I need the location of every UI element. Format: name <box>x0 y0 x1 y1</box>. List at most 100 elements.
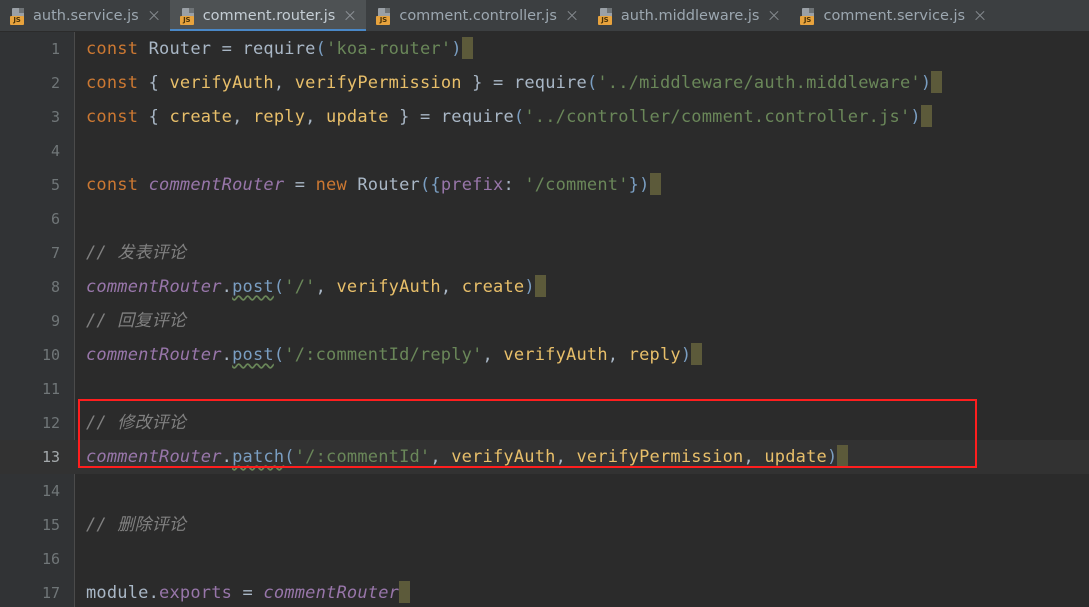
line-number: 7 <box>50 244 60 262</box>
editor-line[interactable]: 10 commentRouter.post('/:commentId/reply… <box>0 338 1089 372</box>
token-variable: commentRouter <box>148 175 285 195</box>
editor-line[interactable]: 9 // 回复评论 <box>0 304 1089 338</box>
close-icon[interactable] <box>973 9 987 23</box>
line-number: 14 <box>41 482 60 500</box>
caret-marker <box>691 343 703 365</box>
token-function: require <box>513 73 587 93</box>
line-number: 9 <box>50 312 60 330</box>
token-identifier: verifyPermission <box>576 447 744 467</box>
token-identifier: verifyPermission <box>294 73 462 93</box>
editor-line[interactable]: 4 <box>0 134 1089 168</box>
line-number: 13 <box>41 448 60 466</box>
token-variable: commentRouter <box>86 277 222 297</box>
token-string: '../controller/comment.controller.js' <box>524 107 911 127</box>
caret-marker <box>399 581 411 603</box>
caret-marker <box>837 445 849 467</box>
tab-label: auth.middleware.js <box>620 8 760 24</box>
line-number: 3 <box>50 108 60 126</box>
js-file-icon: JS <box>597 7 614 25</box>
tab-auth-service-js[interactable]: JS auth.service.js <box>0 0 170 31</box>
token-identifier: Router <box>357 175 420 195</box>
line-content: const Router = require('koa-router') <box>86 32 473 66</box>
tab-comment-router-js[interactable]: JS comment.router.js <box>169 0 367 31</box>
editor-line[interactable]: 1 const Router = require('koa-router') <box>0 32 1089 66</box>
token-identifier: update <box>326 107 389 127</box>
token-identifier: Router <box>148 39 212 59</box>
tab-label: comment.service.js <box>823 8 966 24</box>
editor-tab-bar: JS auth.service.js JS comment.router.js … <box>0 0 1089 32</box>
token-string: '/comment' <box>524 175 629 195</box>
editor-line[interactable]: 2 const { verifyAuth, verifyPermission }… <box>0 66 1089 100</box>
editor-line[interactable]: 15 // 删除评论 <box>0 508 1089 542</box>
editor-line[interactable]: 8 commentRouter.post('/', verifyAuth, cr… <box>0 270 1089 304</box>
caret-marker <box>534 275 546 297</box>
editor-line[interactable]: 5 const commentRouter = new Router({pref… <box>0 168 1089 202</box>
editor-line[interactable]: 14 <box>0 474 1089 508</box>
line-content: commentRouter.post('/:commentId/reply', … <box>86 338 703 372</box>
token-identifier: create <box>461 277 525 297</box>
editor-line[interactable]: 3 const { create, reply, update } = requ… <box>0 100 1089 134</box>
line-comment: // 回复评论 <box>86 311 187 331</box>
line-number: 8 <box>50 278 60 296</box>
line-comment: // 删除评论 <box>86 515 187 535</box>
token-keyword: const <box>86 73 139 93</box>
line-content: const commentRouter = new Router({prefix… <box>86 168 661 202</box>
token-identifier: reply <box>252 107 306 127</box>
token-identifier: verifyAuth <box>451 447 556 467</box>
js-badge: JS <box>179 15 194 25</box>
tab-comment-service-js[interactable]: JS comment.service.js <box>790 0 997 31</box>
token-keyword: const <box>86 175 139 195</box>
line-number: 6 <box>50 210 60 228</box>
js-file-icon: JS <box>10 7 26 25</box>
line-content: const { create, reply, update } = requir… <box>86 100 932 134</box>
line-number: 2 <box>50 74 60 92</box>
close-icon[interactable] <box>343 9 357 23</box>
js-file-icon: JS <box>800 7 816 25</box>
tab-auth-middleware-js[interactable]: JS auth.middleware.js <box>587 0 791 31</box>
tab-label: auth.service.js <box>33 8 139 24</box>
line-number: 15 <box>41 516 60 534</box>
token-keyword: const <box>86 39 139 59</box>
token-variable: commentRouter <box>263 583 400 603</box>
caret-marker <box>920 105 932 127</box>
token-identifier: verifyAuth <box>336 277 441 297</box>
code-editor-area[interactable]: 1 const Router = require('koa-router') 2… <box>0 32 1089 607</box>
js-file-icon: JS <box>376 7 392 25</box>
editor-line[interactable]: 17 module.exports = commentRouter <box>0 576 1089 607</box>
editor-line[interactable]: 11 <box>0 372 1089 406</box>
token-keyword: const <box>86 107 139 127</box>
line-content: module.exports = commentRouter <box>86 576 411 607</box>
close-icon[interactable] <box>147 9 161 23</box>
close-icon[interactable] <box>767 9 781 23</box>
editor-line[interactable]: 16 <box>0 542 1089 576</box>
token-keyword: new <box>315 175 347 195</box>
js-badge: JS <box>597 15 612 25</box>
line-number: 10 <box>41 346 60 364</box>
token-identifier: verifyAuth <box>503 345 608 365</box>
close-icon[interactable] <box>565 9 579 23</box>
editor-line[interactable]: 6 <box>0 202 1089 236</box>
token-identifier: module <box>86 583 149 603</box>
token-string: '/:commentId/reply' <box>284 345 483 365</box>
line-content: const { verifyAuth, verifyPermission } =… <box>86 66 943 100</box>
token-identifier: reply <box>628 345 681 365</box>
line-comment: // 发表评论 <box>86 243 187 263</box>
line-number: 16 <box>41 550 60 568</box>
line-number: 11 <box>41 380 60 398</box>
js-badge: JS <box>10 15 24 25</box>
editor-line[interactable]: 12 // 修改评论 <box>0 406 1089 440</box>
line-number: 5 <box>50 176 60 194</box>
editor-line[interactable]: 7 // 发表评论 <box>0 236 1089 270</box>
token-function: require <box>440 107 514 127</box>
js-file-icon: JS <box>179 7 196 25</box>
token-string: '/:commentId' <box>294 447 431 467</box>
editor-line-current[interactable]: 13 commentRouter.patch('/:commentId', ve… <box>0 440 1089 474</box>
tab-comment-controller-js[interactable]: JS comment.controller.js <box>366 0 588 31</box>
token-function: require <box>242 39 316 59</box>
line-comment: // 修改评论 <box>86 413 187 433</box>
token-method: patch <box>232 447 285 467</box>
line-content: commentRouter.patch('/:commentId', verif… <box>86 440 849 474</box>
line-number: 1 <box>50 40 60 58</box>
caret-marker <box>649 173 661 195</box>
token-property: prefix <box>440 175 504 195</box>
